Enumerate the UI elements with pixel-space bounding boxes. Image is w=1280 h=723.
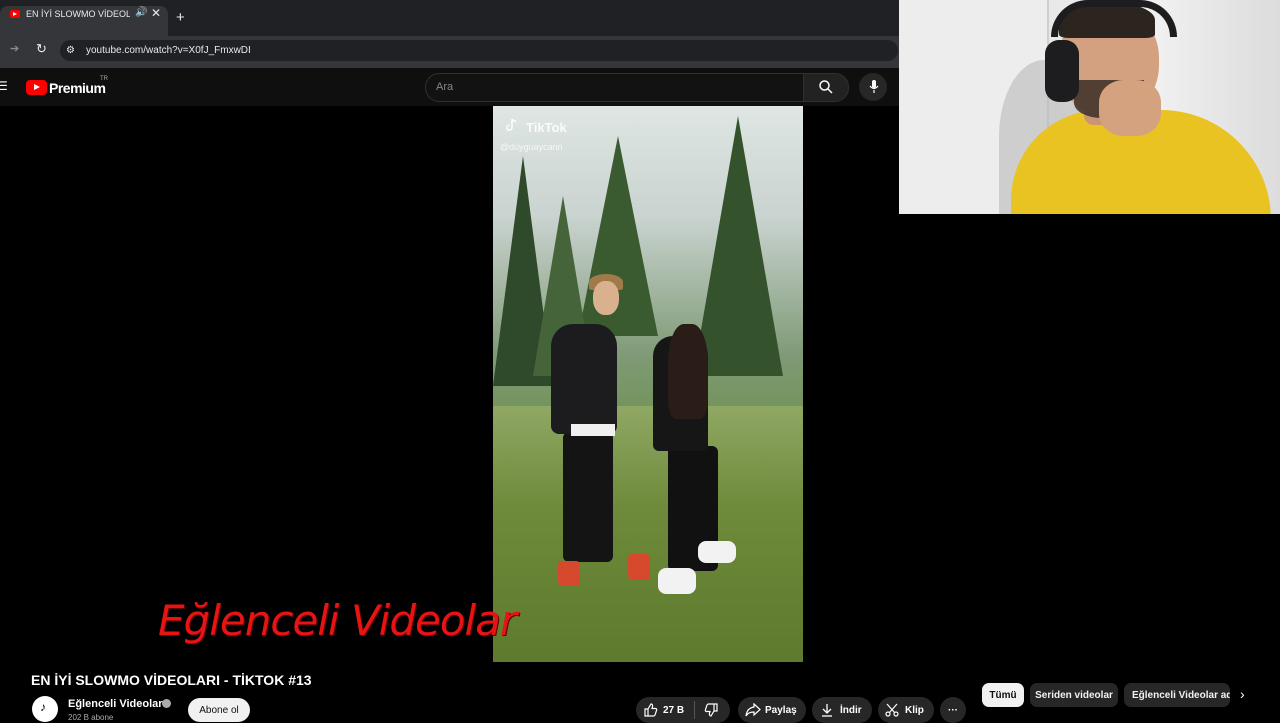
verified-badge-icon — [162, 699, 171, 708]
forward-arrow-icon[interactable]: ➔ — [10, 42, 19, 55]
video-title: EN İYİ SLOWMO VİDEOLARI - TİKTOK #13 — [31, 672, 312, 688]
speaker-icon[interactable]: 🔊 — [135, 7, 147, 18]
tab-title: EN İYİ SLOWMO VİDEOLARI — [26, 9, 130, 19]
close-tab-icon[interactable]: ✕ — [151, 6, 161, 20]
thumbs-up-icon[interactable] — [644, 703, 658, 717]
video-frame[interactable] — [493, 106, 803, 662]
search-input[interactable] — [425, 73, 803, 102]
hamburger-menu-icon[interactable]: ☰ — [0, 79, 8, 93]
like-count[interactable]: 27 B — [663, 705, 684, 716]
search-icon[interactable] — [819, 80, 833, 94]
download-icon[interactable] — [820, 703, 834, 717]
search-placeholder: Ara — [436, 81, 454, 93]
new-tab-button[interactable]: + — [176, 10, 185, 25]
channel-watermark: Eğlenceli Videolar — [158, 596, 517, 645]
channel-name[interactable]: Eğlenceli Videolar — [68, 698, 163, 710]
subscriber-count: 202 B abone — [68, 713, 114, 722]
thumbs-down-icon[interactable] — [704, 703, 718, 717]
share-label[interactable]: Paylaş — [765, 705, 797, 716]
chevron-right-icon[interactable]: › — [1240, 686, 1245, 702]
webcam-overlay — [899, 0, 1280, 214]
site-settings-icon[interactable]: ⚙ — [66, 45, 75, 56]
clip-label[interactable]: Klip — [905, 705, 924, 716]
youtube-logo-icon[interactable] — [26, 80, 47, 95]
like-divider — [694, 701, 695, 719]
youtube-favicon-icon — [10, 10, 20, 18]
microphone-icon[interactable] — [869, 80, 879, 94]
region-code: TR — [100, 76, 108, 82]
subscribe-button[interactable]: Abone ol — [188, 698, 250, 722]
tiktok-note-icon — [506, 118, 517, 131]
url-text[interactable]: youtube.com/watch?v=X0fJ_FmxwDI — [86, 45, 251, 56]
download-label[interactable]: İndir — [840, 705, 862, 716]
chip-channel-videos[interactable]: Eğlenceli Videolar adl — [1124, 683, 1230, 707]
share-icon[interactable] — [745, 703, 761, 717]
premium-wordmark[interactable]: Premium — [49, 80, 106, 96]
reload-icon[interactable]: ↻ — [36, 41, 47, 57]
scissors-icon[interactable] — [885, 703, 899, 717]
chip-all[interactable]: Tümü — [982, 683, 1024, 707]
tiktok-avatar-icon: ♪ — [40, 700, 46, 714]
tiktok-username: @duyguaycann — [500, 142, 563, 152]
tiktok-logo-text: TikTok — [526, 120, 567, 135]
more-actions-button[interactable]: ··· — [940, 697, 966, 723]
chip-series-videos[interactable]: Seriden videolar — [1030, 683, 1118, 707]
